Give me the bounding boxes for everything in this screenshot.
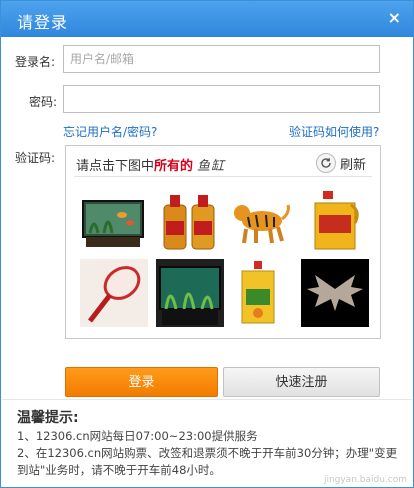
captcha-prompt: 请点击下图中所有的 鱼缸 (76, 155, 225, 174)
captcha-help-link[interactable]: 验证码如何使用? (289, 123, 379, 140)
tip-line-2b: 到站"业务时，请不晚于开车前48小时。 (17, 463, 221, 477)
username-label: 登录名: (15, 55, 56, 69)
username-input[interactable] (63, 45, 380, 73)
password-label: 密码: (29, 95, 58, 109)
captcha-label: 验证码: (15, 151, 56, 165)
dialog-title: 请登录 (17, 13, 69, 32)
captcha-target-word: 鱼缸 (197, 159, 226, 174)
captcha-refresh-button[interactable]: 刷新 (315, 153, 366, 173)
close-icon[interactable]: × (388, 8, 401, 27)
captcha-prompt-emphasis: 所有的 (154, 159, 194, 174)
bat-image[interactable] (301, 259, 369, 327)
oil-bottles-image[interactable] (156, 187, 224, 255)
forgot-credentials-link[interactable]: 忘记用户名/密码? (63, 123, 157, 140)
tip-line-1: 1、12306.cn网站每日07:00~23:00提供服务 (17, 429, 258, 443)
captcha-prompt-prefix: 请点击下图中 (76, 159, 155, 174)
refresh-label: 刷新 (339, 157, 366, 173)
refresh-icon (315, 153, 336, 173)
fish-tank-image[interactable] (80, 187, 148, 255)
captcha-panel: 请点击下图中所有的 鱼缸 刷新 (65, 145, 381, 339)
quick-register-button[interactable]: 快速注册 (223, 367, 380, 397)
tennis-racket-image[interactable] (80, 259, 148, 327)
oil-can-image[interactable] (226, 259, 294, 327)
login-button[interactable]: 登录 (65, 367, 218, 397)
captcha-divider (74, 176, 372, 177)
dialog-title-bar: 请登录 × (1, 1, 413, 37)
login-dialog: 请登录 × 登录名: 密码: 忘记用户名/密码? 验证码如何使用? 验证码: 请… (0, 0, 414, 488)
tips-title: 温馨提示: (17, 410, 79, 426)
tiger-image[interactable] (226, 187, 294, 255)
aquarium-image[interactable] (156, 259, 224, 327)
watermark: jingyan.baidu.com (323, 475, 407, 485)
tips-divider (2, 399, 412, 400)
oil-jug-image[interactable] (301, 187, 369, 255)
tip-line-2a: 2、在12306.cn网站购票、改签和退票须不晚于开车前30分钟；办理"变更 (17, 446, 398, 460)
password-input[interactable] (63, 85, 380, 113)
